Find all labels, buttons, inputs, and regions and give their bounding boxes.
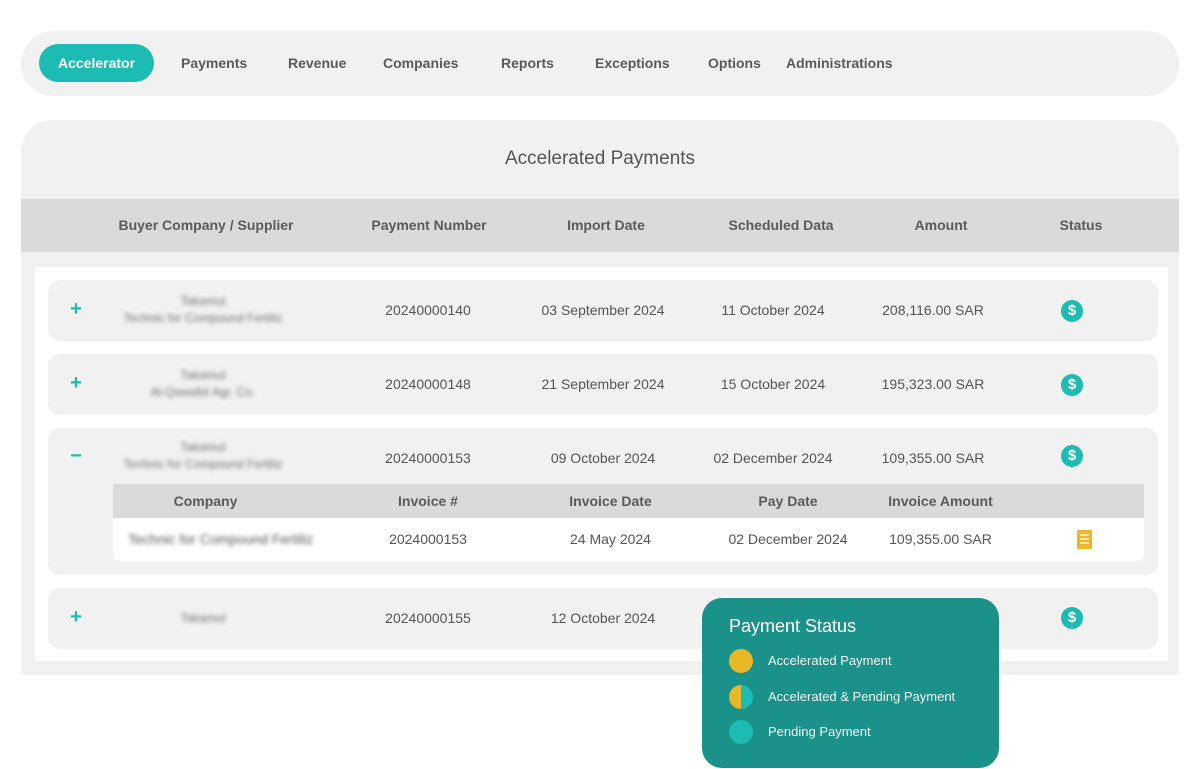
expand-toggle[interactable]: + — [68, 298, 84, 321]
nav-item-reports[interactable]: Reports — [501, 44, 554, 82]
buyer-name: Takamul — [180, 294, 226, 308]
accelerated-status-dot-icon — [729, 649, 753, 673]
import-date: 21 September 2024 — [541, 376, 665, 392]
table-row[interactable]: + Takamul Al-Qawafel Agr. Co. 2024000014… — [48, 354, 1158, 415]
top-nav: Accelerator Payments Revenue Companies R… — [21, 31, 1179, 96]
invoice-pay-date: 02 December 2024 — [728, 531, 848, 547]
supplier-name: Technic for Compound Fertiliz — [123, 311, 283, 325]
nav-item-revenue[interactable]: Revenue — [288, 44, 346, 82]
payment-status-legend: Payment Status Accelerated Payment Accel… — [702, 598, 999, 768]
invoice-column-amount: Invoice Amount — [888, 493, 993, 509]
invoice-table-header: Company Invoice # Invoice Date Pay Date … — [113, 484, 1144, 518]
column-header-import-date[interactable]: Import Date — [531, 199, 681, 252]
expand-toggle[interactable]: + — [68, 606, 84, 629]
legend-title: Payment Status — [729, 616, 857, 636]
payment-number: 20240000155 — [385, 610, 471, 626]
payment-number: 20240000140 — [385, 302, 471, 318]
collapse-toggle[interactable]: − — [68, 445, 84, 468]
pending-payment-dollar-icon[interactable]: $ — [1061, 607, 1083, 629]
column-header-payment-number[interactable]: Payment Number — [359, 199, 499, 252]
amount: 109,355.00 SAR — [881, 450, 985, 466]
table-body: + Takamul Technic for Compound Fertiliz … — [35, 267, 1168, 661]
supplier-name: Al-Qawafel Agr. Co. — [150, 385, 256, 399]
expand-toggle[interactable]: + — [68, 372, 84, 395]
payment-number: 20240000148 — [385, 376, 471, 392]
invoice-amount: 109,355.00 SAR — [889, 531, 992, 547]
legend-label: Accelerated & Pending Payment — [768, 689, 956, 704]
buyer-name: Takamul — [180, 440, 226, 454]
payment-number: 20240000153 — [385, 450, 471, 466]
legend-label: Accelerated Payment — [768, 653, 892, 668]
nav-item-exceptions[interactable]: Exceptions — [595, 44, 670, 82]
accelerated-payments-panel: Accelerated Payments Buyer Company / Sup… — [21, 120, 1179, 675]
accelerated-pending-status-dot-icon — [729, 685, 753, 709]
invoice-number: 2024000153 — [389, 531, 467, 547]
pending-payment-dollar-icon[interactable]: $ — [1061, 300, 1083, 322]
buyer-name: Takamul — [180, 368, 226, 382]
table-header: Buyer Company / Supplier Payment Number … — [21, 199, 1179, 252]
invoice-date: 24 May 2024 — [570, 531, 651, 547]
legend-label: Pending Payment — [768, 724, 871, 739]
page-title: Accelerated Payments — [504, 148, 696, 169]
pending-payment-dollar-icon[interactable]: $ — [1061, 445, 1083, 467]
import-date: 09 October 2024 — [550, 450, 656, 466]
invoice-column-company: Company — [173, 493, 238, 509]
nav-item-administrations[interactable]: Administrations — [786, 44, 893, 82]
table-row[interactable]: + Takamul Technic for Compound Fertiliz … — [48, 280, 1158, 341]
table-row-expanded[interactable]: − Takamul Technic for Compound Fertiliz … — [48, 428, 1158, 575]
buyer-name: Takamul — [180, 611, 226, 625]
pending-payment-dollar-icon[interactable]: $ — [1061, 374, 1083, 396]
scheduled-date: 15 October 2024 — [720, 376, 826, 392]
import-date: 03 September 2024 — [541, 302, 665, 318]
buyer-supplier-cell: Takamul Technic for Compound Fertiliz — [103, 293, 303, 327]
invoice-company: Technic for Compound Fertiliz — [128, 531, 314, 547]
invoice-column-pay-date: Pay Date — [758, 493, 818, 509]
invoice-receipt-icon[interactable] — [1077, 530, 1092, 549]
buyer-supplier-cell: Takamul Al-Qawafel Agr. Co. — [103, 367, 303, 401]
buyer-supplier-cell: Takamul — [103, 610, 303, 627]
column-header-status[interactable]: Status — [1041, 199, 1121, 252]
invoice-column-date: Invoice Date — [569, 493, 652, 509]
nav-item-accelerator[interactable]: Accelerator — [39, 44, 155, 82]
import-date: 12 October 2024 — [550, 610, 656, 626]
column-header-amount[interactable]: Amount — [881, 199, 1001, 252]
column-header-scheduled-date[interactable]: Scheduled Data — [711, 199, 851, 252]
nav-item-options[interactable]: Options — [708, 44, 761, 82]
scheduled-date: 11 October 2024 — [721, 302, 825, 318]
column-header-buyer[interactable]: Buyer Company / Supplier — [106, 199, 306, 252]
amount: 208,116.00 SAR — [882, 302, 984, 318]
pending-status-dot-icon — [729, 720, 753, 744]
amount: 195,323.00 SAR — [881, 376, 985, 392]
nav-item-payments[interactable]: Payments — [181, 44, 247, 82]
buyer-supplier-cell: Takamul Technic for Compound Fertiliz — [103, 439, 303, 473]
invoice-row[interactable]: Technic for Compound Fertiliz 2024000153… — [113, 518, 1144, 561]
scheduled-date: 02 December 2024 — [713, 450, 833, 466]
nav-item-companies[interactable]: Companies — [383, 44, 458, 82]
invoice-column-number: Invoice # — [398, 493, 458, 509]
supplier-name: Technic for Compound Fertiliz — [123, 457, 283, 471]
